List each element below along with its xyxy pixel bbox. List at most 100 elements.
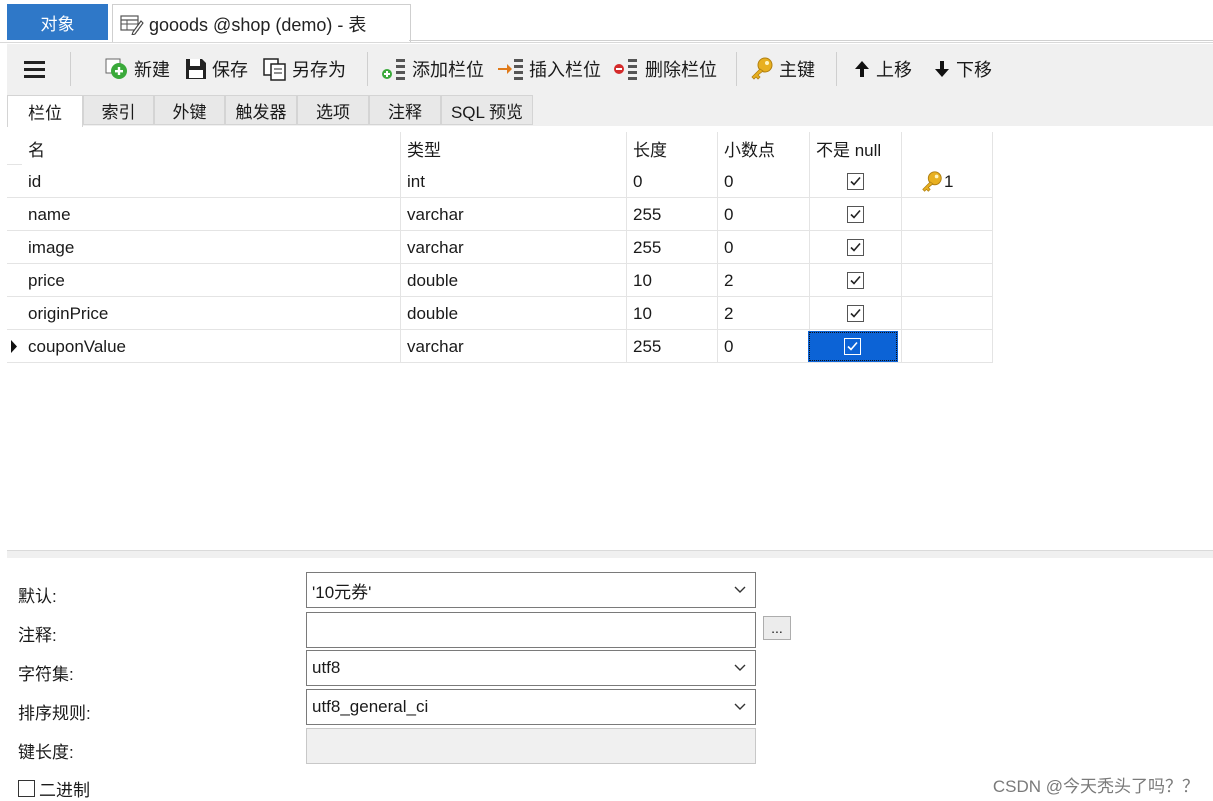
watermark: CSDN @今天秃头了吗？？	[992, 777, 1199, 796]
table-row[interactable]: originPrice double 10 2	[7, 297, 993, 330]
cell-decimals[interactable]: 2	[718, 264, 810, 297]
primary-key-button[interactable]: 主键	[749, 44, 815, 94]
move-up-button[interactable]: 上移	[852, 44, 912, 94]
add-field-button[interactable]: 添加栏位	[380, 44, 484, 94]
tab-objects[interactable]: 对象	[7, 4, 108, 40]
key-icon	[922, 170, 942, 192]
tab-table-design[interactable]: gooods @shop (demo) - 表	[112, 4, 411, 42]
not-null-checkbox[interactable]	[847, 206, 864, 223]
cell-name[interactable]: couponValue	[22, 330, 401, 363]
cell-not-null[interactable]	[810, 231, 902, 264]
cell-key[interactable]	[902, 297, 993, 330]
charset-label: 字符集:	[18, 665, 74, 684]
not-null-checkbox[interactable]	[847, 239, 864, 256]
move-up-label: 上移	[876, 60, 912, 80]
header-type[interactable]: 类型	[401, 132, 627, 165]
tab-triggers[interactable]: 触发器	[225, 95, 297, 125]
cell-name[interactable]: id	[22, 165, 401, 198]
selected-cell[interactable]	[807, 331, 898, 362]
cell-length[interactable]: 255	[627, 231, 718, 264]
cell-not-null[interactable]	[810, 198, 902, 231]
chevron-down-icon	[734, 664, 746, 671]
cell-type[interactable]: varchar	[401, 330, 627, 363]
cell-key[interactable]	[902, 231, 993, 264]
collation-select[interactable]: utf8_general_ci	[306, 689, 756, 725]
cell-decimals[interactable]: 2	[718, 297, 810, 330]
cell-type[interactable]: varchar	[401, 198, 627, 231]
key-order: 1	[944, 171, 954, 191]
cell-decimals[interactable]: 0	[718, 165, 810, 198]
comment-input[interactable]	[306, 612, 756, 648]
tab-indexes[interactable]: 索引	[83, 95, 154, 125]
cell-type[interactable]: varchar	[401, 231, 627, 264]
binary-checkbox-box[interactable]	[18, 780, 35, 797]
insert-field-label: 插入栏位	[529, 60, 601, 80]
move-down-label: 下移	[956, 60, 992, 80]
tab-comment[interactable]: 注释	[369, 95, 441, 125]
cell-length[interactable]: 10	[627, 264, 718, 297]
key-icon	[751, 57, 773, 80]
cell-name[interactable]: name	[22, 198, 401, 231]
menu-button[interactable]	[23, 44, 51, 94]
not-null-checkbox[interactable]	[844, 338, 861, 355]
not-null-checkbox[interactable]	[847, 272, 864, 289]
cell-length[interactable]: 255	[627, 330, 718, 363]
default-select[interactable]: '10元券'	[306, 572, 756, 608]
delete-field-button[interactable]: 删除栏位	[613, 44, 717, 94]
tab-divider	[409, 40, 1213, 41]
cell-type[interactable]: double	[401, 297, 627, 330]
cell-name[interactable]: image	[22, 231, 401, 264]
tab-fields[interactable]: 栏位	[7, 95, 83, 127]
header-not-null[interactable]: 不是 null	[810, 132, 902, 165]
header-length[interactable]: 长度	[627, 132, 718, 165]
header-decimals[interactable]: 小数点	[718, 132, 810, 165]
new-button[interactable]: 新建	[104, 44, 170, 94]
not-null-checkbox[interactable]	[847, 305, 864, 322]
insert-field-button[interactable]: 插入栏位	[497, 44, 601, 94]
tab-options[interactable]: 选项	[297, 95, 369, 125]
cell-type[interactable]: double	[401, 264, 627, 297]
save-as-button[interactable]: 另存为	[262, 44, 346, 94]
cell-decimals[interactable]: 0	[718, 198, 810, 231]
comment-edit-button[interactable]: ...	[763, 616, 791, 640]
table-row[interactable]: id int 0 0 1	[7, 165, 993, 198]
save-icon	[186, 59, 206, 79]
cell-name[interactable]: price	[22, 264, 401, 297]
cell-not-null[interactable]	[807, 330, 902, 363]
table-row[interactable]: price double 10 2	[7, 264, 993, 297]
binary-checkbox[interactable]: 二进制	[18, 776, 90, 801]
cell-not-null[interactable]	[810, 264, 902, 297]
table-row[interactable]: image varchar 255 0	[7, 231, 993, 264]
cell-key[interactable]: 1	[902, 165, 993, 198]
cell-not-null[interactable]	[810, 297, 902, 330]
move-down-button[interactable]: 下移	[932, 44, 992, 94]
charset-select[interactable]: utf8	[306, 650, 756, 686]
header-name[interactable]: 名	[22, 132, 401, 165]
toolbar-separator	[836, 52, 837, 86]
not-null-checkbox[interactable]	[847, 173, 864, 190]
tab-foreign-keys[interactable]: 外键	[154, 95, 225, 125]
header-key	[902, 132, 993, 165]
collation-value: utf8_general_ci	[312, 697, 429, 716]
cell-decimals[interactable]: 0	[718, 231, 810, 264]
cell-type[interactable]: int	[401, 165, 627, 198]
comment-label: 注释:	[18, 626, 57, 645]
cell-length[interactable]: 10	[627, 297, 718, 330]
table-row[interactable]: couponValue varchar 255 0	[7, 330, 993, 363]
cell-key[interactable]	[902, 198, 993, 231]
tab-sql-preview[interactable]: SQL 预览	[441, 95, 533, 125]
add-field-icon	[382, 59, 405, 80]
save-button[interactable]: 保存	[184, 44, 248, 94]
cell-length[interactable]: 255	[627, 198, 718, 231]
cell-key[interactable]	[902, 330, 993, 363]
cell-not-null[interactable]	[810, 165, 902, 198]
save-label: 保存	[212, 60, 248, 80]
cell-name[interactable]: originPrice	[22, 297, 401, 330]
binary-label: 二进制	[39, 781, 90, 800]
table-row[interactable]: name varchar 255 0	[7, 198, 993, 231]
cell-length[interactable]: 0	[627, 165, 718, 198]
cell-decimals[interactable]: 0	[718, 330, 810, 363]
charset-value: utf8	[312, 658, 341, 677]
default-value: '10元券'	[312, 582, 372, 602]
cell-key[interactable]	[902, 264, 993, 297]
